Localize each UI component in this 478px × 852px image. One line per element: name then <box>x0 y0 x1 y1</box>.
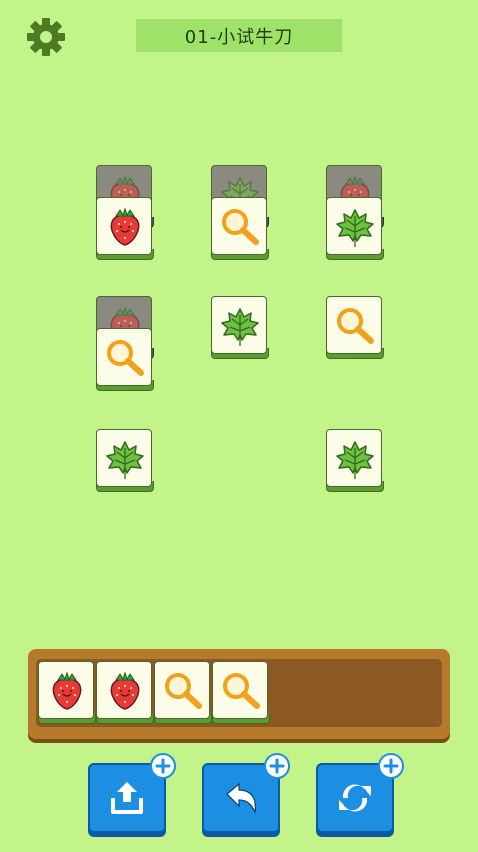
tile-face <box>96 429 152 487</box>
leaf-icon <box>219 305 261 347</box>
tile-face <box>154 661 210 719</box>
tile-face <box>326 429 382 487</box>
level-title: 01-小试牛刀 <box>136 19 342 52</box>
tile-face <box>326 296 382 354</box>
tile[interactable] <box>326 429 384 493</box>
tile-tray <box>28 649 450 739</box>
strawberry-icon <box>104 670 146 712</box>
tile-face <box>212 661 268 719</box>
tile-face <box>211 296 267 354</box>
tile-face <box>96 328 152 386</box>
add-tool-button[interactable] <box>378 753 404 779</box>
undo-button[interactable] <box>202 753 290 833</box>
leaf-icon <box>334 438 376 480</box>
tile[interactable] <box>96 328 154 392</box>
plus-icon <box>383 758 399 774</box>
tile-face <box>211 197 267 255</box>
tile[interactable] <box>211 296 269 360</box>
strawberry-icon <box>46 670 88 712</box>
magnifier-icon <box>104 337 146 379</box>
magnifier-icon <box>220 670 262 712</box>
tile[interactable] <box>326 296 384 360</box>
plus-icon <box>269 758 285 774</box>
tile[interactable] <box>96 429 154 493</box>
strawberry-icon <box>104 206 146 248</box>
settings-button[interactable] <box>25 16 67 58</box>
tile-face <box>96 197 152 255</box>
tile-face <box>38 661 94 719</box>
tile-face <box>96 661 152 719</box>
undo-icon <box>226 782 256 814</box>
tray-tile <box>212 661 270 725</box>
tray-tile <box>154 661 212 725</box>
tray-slots <box>36 659 442 727</box>
add-tool-button[interactable] <box>150 753 176 779</box>
tray-tile <box>96 661 154 725</box>
leaf-icon <box>334 206 376 248</box>
leaf-icon <box>104 438 146 480</box>
tile[interactable] <box>326 197 384 261</box>
tile-face <box>326 197 382 255</box>
tray-tile <box>38 661 96 725</box>
move-out-icon <box>111 782 143 814</box>
add-tool-button[interactable] <box>264 753 290 779</box>
tile[interactable] <box>211 197 269 261</box>
magnifier-icon <box>162 670 204 712</box>
magnifier-icon <box>219 206 261 248</box>
shuffle-icon <box>339 784 371 812</box>
tile[interactable] <box>96 197 154 261</box>
magnifier-icon <box>334 305 376 347</box>
gear-icon <box>27 18 65 56</box>
move-out-button[interactable] <box>88 753 176 833</box>
shuffle-button[interactable] <box>316 753 404 833</box>
plus-icon <box>155 758 171 774</box>
